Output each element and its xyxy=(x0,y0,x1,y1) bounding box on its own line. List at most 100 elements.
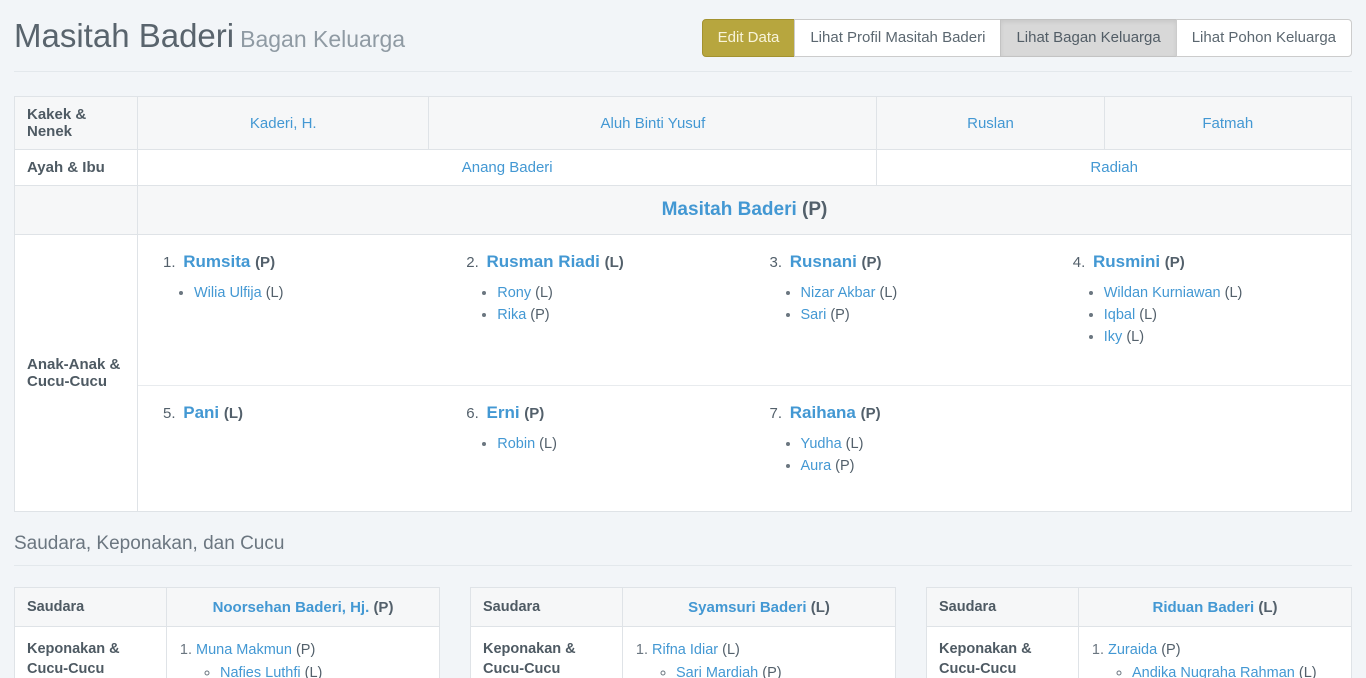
child-link[interactable]: Pani xyxy=(183,403,219,422)
nephew-child-item: Sari Mardiah (P) xyxy=(676,662,883,678)
child-link[interactable]: Rusman Riadi xyxy=(487,252,600,271)
sibling-card: Saudara Noorsehan Baderi, Hj. (P) Kepona… xyxy=(14,587,440,678)
grandchild-gender: (L) xyxy=(1139,307,1157,323)
child-name-line: 2. Rusman Riadi (L) xyxy=(466,252,730,272)
grandparent-link[interactable]: Ruslan xyxy=(967,115,1014,132)
grandchild-link[interactable]: Iky xyxy=(1104,329,1123,345)
person-row: Masitah Baderi (P) xyxy=(15,186,1352,235)
nephew-child-link[interactable]: Andika Nugraha Rahman xyxy=(1132,665,1295,678)
children-grid-row-1: 1. Rumsita (P) Wilia Ulfija (L) 2. Rusma… xyxy=(138,235,1351,385)
nephew-child-gender: (L) xyxy=(305,665,323,678)
grandchild-link[interactable]: Aura xyxy=(801,458,832,474)
nephews-list: Muna Makmun (P) Nafies Luthfi (L) xyxy=(179,639,427,678)
nephew-child-gender: (P) xyxy=(762,665,781,678)
child-link[interactable]: Erni xyxy=(487,403,520,422)
nephews-row: Keponakan & Cucu-Cucu Zuraida (P) Andika… xyxy=(927,627,1352,678)
child-link[interactable]: Rumsita xyxy=(183,252,250,271)
grandchild-gender: (L) xyxy=(879,285,897,301)
grandchild-link[interactable]: Robin xyxy=(497,436,535,452)
nephew-link[interactable]: Muna Makmun xyxy=(196,642,292,658)
grandchild-link[interactable]: Rony xyxy=(497,285,531,301)
child-link[interactable]: Rusmini xyxy=(1093,252,1160,271)
sibling-label: Saudara xyxy=(471,588,623,627)
sibling-row: Saudara Riduan Baderi (L) xyxy=(927,588,1352,627)
grandchild-item: Wilia Ulfija (L) xyxy=(194,282,427,304)
parents-row: Ayah & Ibu Anang Baderi Radiah xyxy=(15,150,1352,186)
nephew-gender: (P) xyxy=(1161,642,1180,658)
view-chart-button[interactable]: Lihat Bagan Keluarga xyxy=(1000,19,1176,57)
sibling-label: Saudara xyxy=(15,588,167,627)
nephews-label: Keponakan & Cucu-Cucu xyxy=(471,627,623,678)
child-entry: 7. Raihana (P) Yudha (L) Aura (P) xyxy=(745,386,1048,511)
grandchild-link[interactable]: Iqbal xyxy=(1104,307,1135,323)
child-number: 2. xyxy=(466,254,479,271)
nephew-children-list: Sari Mardiah (P) xyxy=(652,662,883,678)
child-entry-empty xyxy=(1048,386,1351,511)
nephews-cell: Muna Makmun (P) Nafies Luthfi (L) xyxy=(167,627,440,678)
child-entry: 5. Pani (L) xyxy=(138,386,441,511)
view-tree-button[interactable]: Lihat Pohon Keluarga xyxy=(1176,19,1352,57)
child-entry: 4. Rusmini (P) Wildan Kurniawan (L) Iqba… xyxy=(1048,235,1351,385)
page-header: Masitah BaderiBagan Keluarga Edit Data L… xyxy=(14,0,1352,72)
child-number: 4. xyxy=(1073,254,1086,271)
nephew-child-link[interactable]: Nafies Luthfi xyxy=(220,665,301,678)
sibling-name-cell: Noorsehan Baderi, Hj. (P) xyxy=(167,588,440,627)
grandparent-link[interactable]: Aluh Binti Yusuf xyxy=(601,115,706,132)
nephew-child-link[interactable]: Sari Mardiah xyxy=(676,665,758,678)
nephews-list: Rifna Idiar (L) Sari Mardiah (P) xyxy=(635,639,883,678)
children-row-label: Anak-Anak & Cucu-Cucu xyxy=(15,235,138,512)
grandchild-item: Nizar Akbar (L) xyxy=(801,282,1034,304)
nephews-cell: Rifna Idiar (L) Sari Mardiah (P) xyxy=(623,627,896,678)
grandchildren-list: Nizar Akbar (L) Sari (P) xyxy=(770,282,1034,326)
children-row: Anak-Anak & Cucu-Cucu 1. Rumsita (P) Wil… xyxy=(15,235,1352,512)
sibling-link[interactable]: Riduan Baderi xyxy=(1152,599,1254,616)
child-number: 5. xyxy=(163,405,176,422)
sibling-label: Saudara xyxy=(927,588,1079,627)
sibling-name-cell: Syamsuri Baderi (L) xyxy=(623,588,896,627)
child-gender: (P) xyxy=(255,254,275,271)
child-gender: (P) xyxy=(524,405,544,422)
grandparent-cell: Ruslan xyxy=(877,97,1104,150)
grandparent-cell: Aluh Binti Yusuf xyxy=(429,97,877,150)
child-entry: 3. Rusnani (P) Nizar Akbar (L) Sari (P) xyxy=(745,235,1048,385)
child-gender: (P) xyxy=(862,254,882,271)
grandchild-link[interactable]: Rika xyxy=(497,307,526,323)
nephew-gender: (L) xyxy=(722,642,740,658)
child-number: 7. xyxy=(770,405,783,422)
child-link[interactable]: Rusnani xyxy=(790,252,857,271)
page-container: Masitah BaderiBagan Keluarga Edit Data L… xyxy=(0,0,1366,678)
grandchild-item: Aura (P) xyxy=(801,455,1034,477)
view-profile-button[interactable]: Lihat Profil Masitah Baderi xyxy=(794,19,1001,57)
nephews-row: Keponakan & Cucu-Cucu Muna Makmun (P) Na… xyxy=(15,627,440,678)
child-number: 1. xyxy=(163,254,176,271)
grandchild-gender: (P) xyxy=(835,458,854,474)
grandchildren-list: Wilia Ulfija (L) xyxy=(163,282,427,304)
sibling-name-cell: Riduan Baderi (L) xyxy=(1079,588,1352,627)
nephew-children-list: Nafies Luthfi (L) xyxy=(196,662,427,678)
nephew-link[interactable]: Zuraida xyxy=(1108,642,1157,658)
sibling-gender: (P) xyxy=(373,599,393,616)
edit-data-button[interactable]: Edit Data xyxy=(702,19,796,57)
child-link[interactable]: Raihana xyxy=(790,403,856,422)
father-link[interactable]: Anang Baderi xyxy=(462,159,553,176)
grandchild-gender: (P) xyxy=(830,307,849,323)
grandparent-link[interactable]: Kaderi, H. xyxy=(250,115,317,132)
child-number: 6. xyxy=(466,405,479,422)
nephew-link[interactable]: Rifna Idiar xyxy=(652,642,718,658)
grandchild-link[interactable]: Yudha xyxy=(801,436,842,452)
grandchild-link[interactable]: Wildan Kurniawan xyxy=(1104,285,1221,301)
person-link[interactable]: Masitah Baderi xyxy=(662,199,797,220)
grandchildren-list: Rony (L) Rika (P) xyxy=(466,282,730,326)
grandparent-link[interactable]: Fatmah xyxy=(1202,115,1253,132)
grandchild-link[interactable]: Nizar Akbar xyxy=(801,285,876,301)
grandchild-item: Iqbal (L) xyxy=(1104,304,1337,326)
grandchild-link[interactable]: Wilia Ulfija xyxy=(194,285,262,301)
sibling-link[interactable]: Syamsuri Baderi xyxy=(688,599,806,616)
sibling-gender: (L) xyxy=(1258,599,1277,616)
sibling-link[interactable]: Noorsehan Baderi, Hj. xyxy=(213,599,370,616)
mother-link[interactable]: Radiah xyxy=(1090,159,1138,176)
child-gender: (P) xyxy=(861,405,881,422)
grandchild-item: Iky (L) xyxy=(1104,326,1337,348)
grandchild-link[interactable]: Sari xyxy=(801,307,827,323)
grandchild-gender: (L) xyxy=(1225,285,1243,301)
